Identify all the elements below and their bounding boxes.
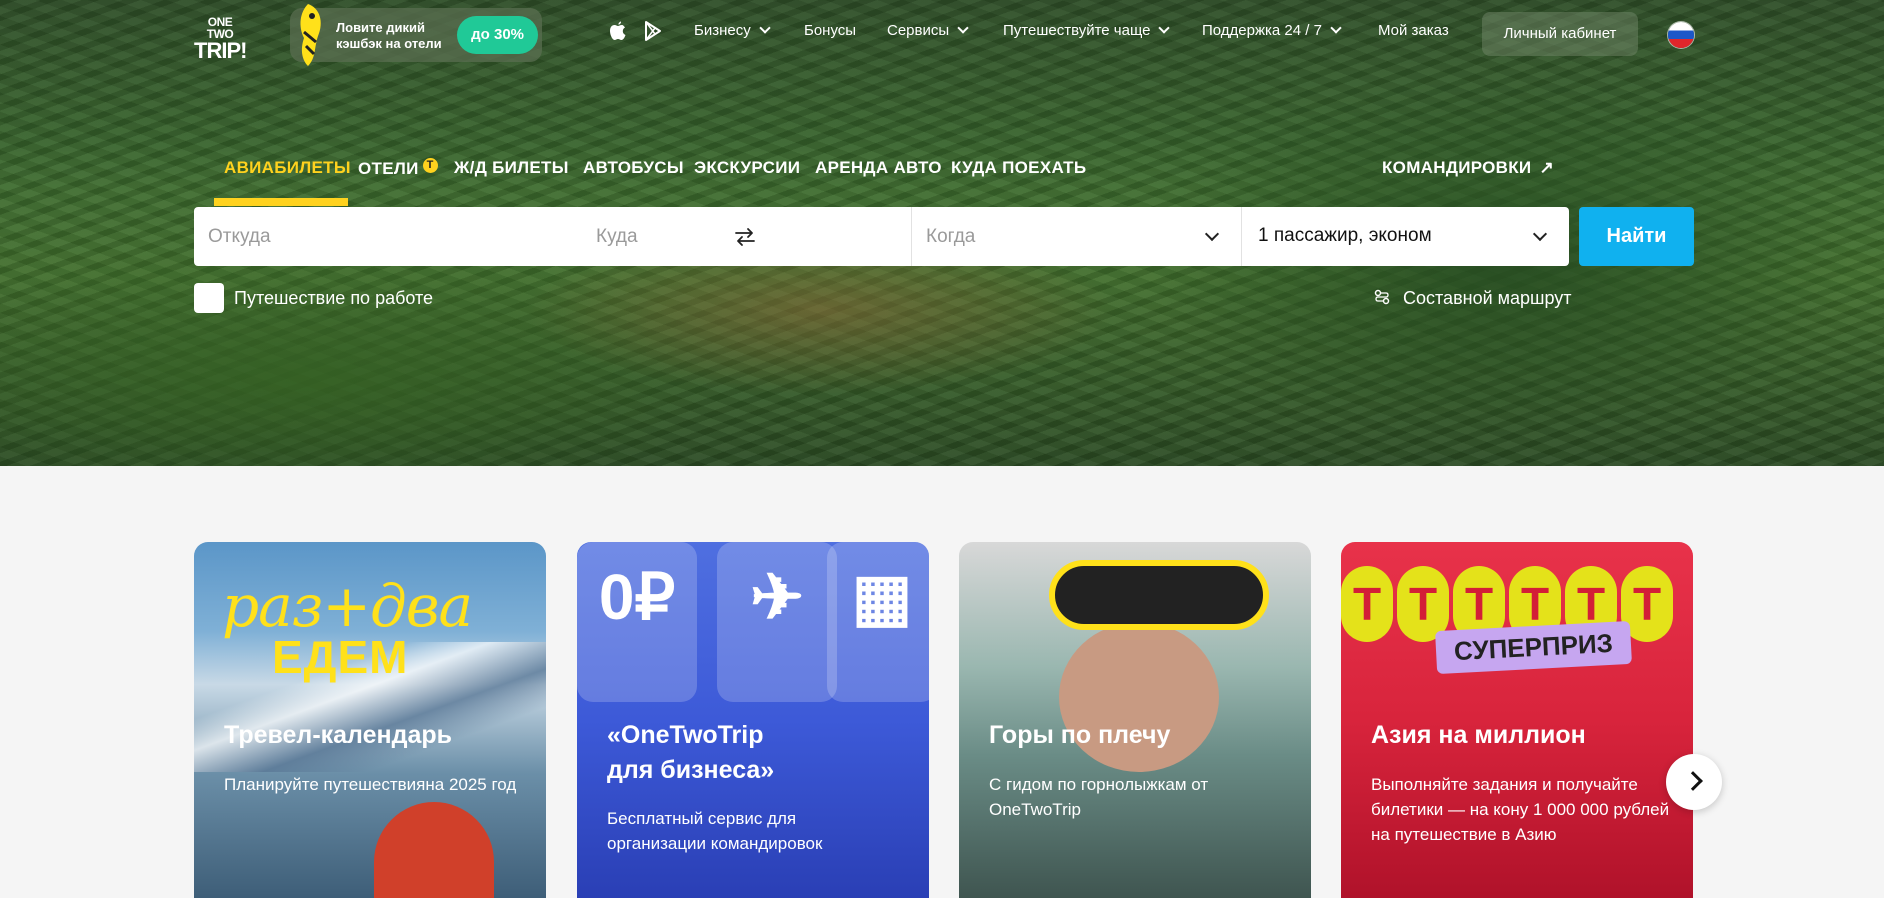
card-text: Выполняйте задания и получайте билетики … bbox=[1371, 775, 1670, 844]
nav-business-label: Бизнесу bbox=[694, 22, 751, 39]
tab-where-to-go[interactable]: КУДА ПОЕХАТЬ bbox=[951, 158, 1086, 178]
chevron-down-icon bbox=[759, 22, 771, 34]
promo-card-business[interactable]: 0₽ ✈ ▦ «OneTwoTrip для бизнеса» Бесплатн… bbox=[577, 542, 929, 898]
card-title: Азия на миллион bbox=[1371, 721, 1586, 749]
tab-business-trips-label: КОМАНДИРОВКИ bbox=[1382, 158, 1532, 177]
complex-route-link[interactable]: Составной маршрут bbox=[1403, 288, 1572, 309]
nav-business[interactable]: Бизнесу bbox=[694, 22, 771, 39]
tab-business-trips[interactable]: КОМАНДИРОВКИ ↗ bbox=[1382, 158, 1554, 178]
to-input[interactable] bbox=[582, 207, 911, 266]
nav-services-label: Сервисы bbox=[887, 22, 950, 39]
plane-tile-icon: ✈ bbox=[717, 542, 837, 702]
onetwotrip-logo[interactable]: ONE TWO TRIP! bbox=[194, 12, 247, 62]
flight-search-form: 1 пассажир, эконом bbox=[194, 207, 1569, 266]
when-field[interactable] bbox=[912, 207, 1242, 266]
active-tab-indicator bbox=[214, 198, 348, 206]
chevron-down-icon bbox=[1158, 22, 1171, 34]
tab-buses[interactable]: АВТОБУСЫ bbox=[583, 158, 684, 178]
card-text: Бесплатный сервис для организации команд… bbox=[607, 809, 823, 853]
nav-bonuses-label: Бонусы bbox=[804, 22, 857, 39]
logo-line1: ONE TWO bbox=[206, 15, 234, 41]
building-tile-icon: ▦ bbox=[827, 542, 929, 702]
external-arrow-icon: ↗ bbox=[1539, 158, 1554, 177]
logo-line2: TRIP! bbox=[194, 38, 247, 63]
from-field[interactable] bbox=[194, 207, 755, 266]
person-image bbox=[374, 802, 494, 898]
when-input[interactable] bbox=[912, 207, 1241, 266]
nav-travel-more-label: Путешествуйте чаще bbox=[1003, 22, 1151, 39]
mascot-icon bbox=[300, 4, 321, 66]
card-title: «OneTwoTrip для бизнеса» bbox=[607, 721, 775, 784]
card-text: С гидом по горнолыжкам от OneTwoTrip bbox=[989, 775, 1209, 819]
nav-services[interactable]: Сервисы bbox=[887, 22, 969, 39]
work-trip-checkbox[interactable] bbox=[194, 283, 224, 313]
card-title: Горы по плечу bbox=[989, 721, 1171, 749]
tab-hotels[interactable]: ОТЕЛИ T bbox=[358, 158, 438, 179]
apple-icon[interactable] bbox=[608, 20, 628, 42]
goggles-image bbox=[1049, 560, 1269, 630]
personal-cabinet-button[interactable]: Личный кабинет bbox=[1482, 12, 1638, 56]
chevron-down-icon bbox=[957, 22, 969, 34]
nav-travel-more[interactable]: Путешествуйте чаще bbox=[1003, 22, 1171, 39]
promo-card-asia-million[interactable]: T T T T T T СУПЕРПРИЗ Азия на миллион Вы… bbox=[1341, 542, 1693, 898]
chevron-down-icon bbox=[1330, 22, 1342, 34]
nav-my-order[interactable]: Мой заказ bbox=[1378, 22, 1449, 39]
promo-text: Ловите дикий кэшбэк на отели bbox=[336, 20, 442, 51]
nav-support-label: Поддержка 24 / 7 bbox=[1202, 22, 1322, 39]
to-field[interactable] bbox=[582, 207, 912, 266]
route-icon bbox=[1374, 289, 1390, 305]
superprize-label: СУПЕРПРИЗ bbox=[1435, 620, 1632, 675]
passengers-select[interactable]: 1 пассажир, эконом bbox=[1242, 207, 1569, 266]
google-play-icon[interactable] bbox=[643, 20, 663, 42]
nav-support[interactable]: Поддержка 24 / 7 bbox=[1202, 22, 1342, 39]
tab-excursions[interactable]: ЭКСКУРСИИ bbox=[694, 158, 800, 178]
cashback-promo-banner[interactable]: Ловите дикий кэшбэк на отели до 30% bbox=[290, 4, 542, 66]
card-art-text: ЕДЕМ bbox=[272, 631, 409, 683]
passengers-value: 1 пассажир, эконом bbox=[1258, 225, 1432, 246]
promo-badge: до 30% bbox=[457, 16, 538, 54]
card-title: Тревел-календарь bbox=[224, 721, 453, 749]
carousel-next-button[interactable] bbox=[1666, 754, 1722, 810]
work-trip-label[interactable]: Путешествие по работе bbox=[234, 288, 433, 309]
nav-my-order-label: Мой заказ bbox=[1378, 22, 1449, 39]
coin-icon: T bbox=[422, 158, 438, 173]
chevron-right-icon bbox=[1683, 771, 1703, 791]
search-button[interactable]: Найти bbox=[1579, 207, 1694, 266]
chevron-down-icon bbox=[1532, 226, 1548, 242]
tab-avia[interactable]: АВИАБИЛЕТЫ bbox=[224, 158, 351, 178]
tab-car-rental[interactable]: АРЕНДА АВТО bbox=[815, 158, 942, 178]
ruble-tile-icon: 0₽ bbox=[577, 542, 697, 702]
tab-trains[interactable]: Ж/Д БИЛЕТЫ bbox=[454, 158, 569, 178]
tab-hotels-label: ОТЕЛИ bbox=[358, 159, 419, 178]
coin-icon: T bbox=[1341, 566, 1393, 642]
russia-flag-icon[interactable] bbox=[1668, 22, 1694, 48]
nav-bonuses[interactable]: Бонусы bbox=[804, 22, 856, 39]
card-text: Планируйте путешествияна 2025 год bbox=[224, 775, 517, 794]
promo-card-travel-calendar[interactable]: раз+два ЕДЕМ Тревел-календарь Планируйте… bbox=[194, 542, 546, 898]
promo-card-mountains[interactable]: Горы по плечу С гидом по горнолыжкам от … bbox=[959, 542, 1311, 898]
from-input[interactable] bbox=[194, 207, 582, 266]
